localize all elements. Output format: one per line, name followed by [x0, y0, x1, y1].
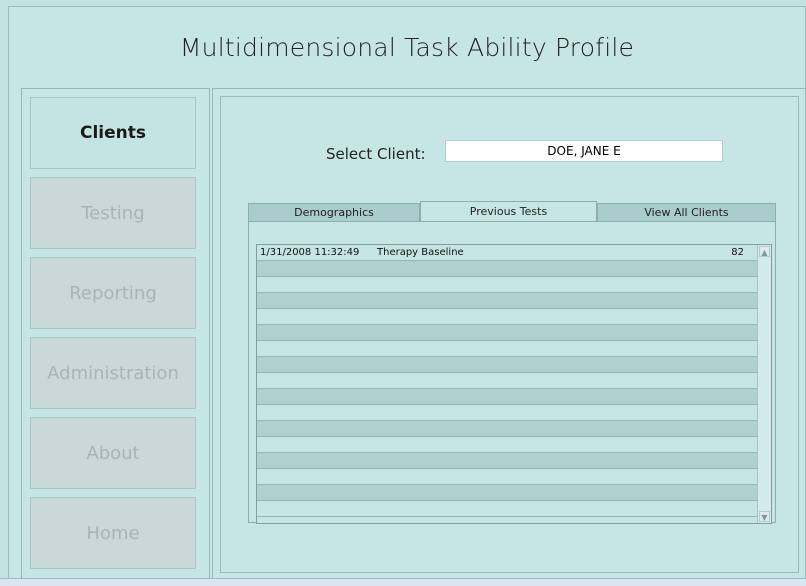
- sidebar-item-home[interactable]: Home: [30, 497, 196, 569]
- list-item[interactable]: [257, 373, 758, 389]
- previous-tests-list[interactable]: 1/31/2008 11:32:49 Therapy Baseline 82 ▲…: [256, 244, 772, 524]
- test-score: 82: [731, 247, 744, 258]
- app-window: Multidimensional Task Ability Profile Cl…: [8, 6, 806, 584]
- list-item[interactable]: [257, 341, 758, 357]
- list-item[interactable]: [257, 309, 758, 325]
- list-item[interactable]: [257, 261, 758, 277]
- list-item[interactable]: [257, 469, 758, 485]
- sidebar-item-about[interactable]: About: [30, 417, 196, 489]
- tab-bar: Demographics Previous Tests View All Cli…: [248, 201, 776, 221]
- content-panel: Select Client: DOE, JANE E Demographics …: [220, 96, 799, 573]
- vertical-scrollbar[interactable]: ▲ ▼: [757, 245, 771, 523]
- list-item[interactable]: [257, 325, 758, 341]
- test-timestamp: 1/31/2008 11:32:49: [260, 247, 360, 258]
- list-item[interactable]: [257, 437, 758, 453]
- sidebar-item-clients[interactable]: Clients: [30, 97, 196, 169]
- tab-panel-previous-tests: 1/31/2008 11:32:49 Therapy Baseline 82 ▲…: [248, 221, 776, 524]
- list-item[interactable]: [257, 485, 758, 501]
- list-item[interactable]: [257, 421, 758, 437]
- list-item[interactable]: [257, 293, 758, 309]
- main-content: Select Client: DOE, JANE E Demographics …: [212, 88, 806, 581]
- horizontal-scrollbar[interactable]: [0, 578, 806, 586]
- test-name: Therapy Baseline: [377, 247, 464, 258]
- tab-previous-tests[interactable]: Previous Tests: [420, 201, 597, 221]
- list-item[interactable]: [257, 277, 758, 293]
- tab-view-all-clients[interactable]: View All Clients: [597, 203, 776, 221]
- sidebar: Clients Testing Reporting Administration…: [21, 88, 210, 581]
- select-client-label: Select Client:: [326, 145, 426, 163]
- list-item[interactable]: 1/31/2008 11:32:49 Therapy Baseline 82: [257, 245, 758, 261]
- list-item[interactable]: [257, 389, 758, 405]
- list-item[interactable]: [257, 357, 758, 373]
- list-item[interactable]: [257, 453, 758, 469]
- tab-demographics[interactable]: Demographics: [248, 203, 420, 221]
- sidebar-item-administration[interactable]: Administration: [30, 337, 196, 409]
- list-item[interactable]: [257, 405, 758, 421]
- scroll-up-icon[interactable]: ▲: [759, 246, 770, 257]
- list-item[interactable]: [257, 501, 758, 517]
- scroll-down-icon[interactable]: ▼: [759, 511, 770, 522]
- sidebar-item-testing[interactable]: Testing: [30, 177, 196, 249]
- client-select-field[interactable]: DOE, JANE E: [445, 140, 723, 162]
- title-bar: Multidimensional Task Ability Profile: [9, 7, 805, 87]
- sidebar-item-reporting[interactable]: Reporting: [30, 257, 196, 329]
- app-title: Multidimensional Task Ability Profile: [179, 32, 635, 62]
